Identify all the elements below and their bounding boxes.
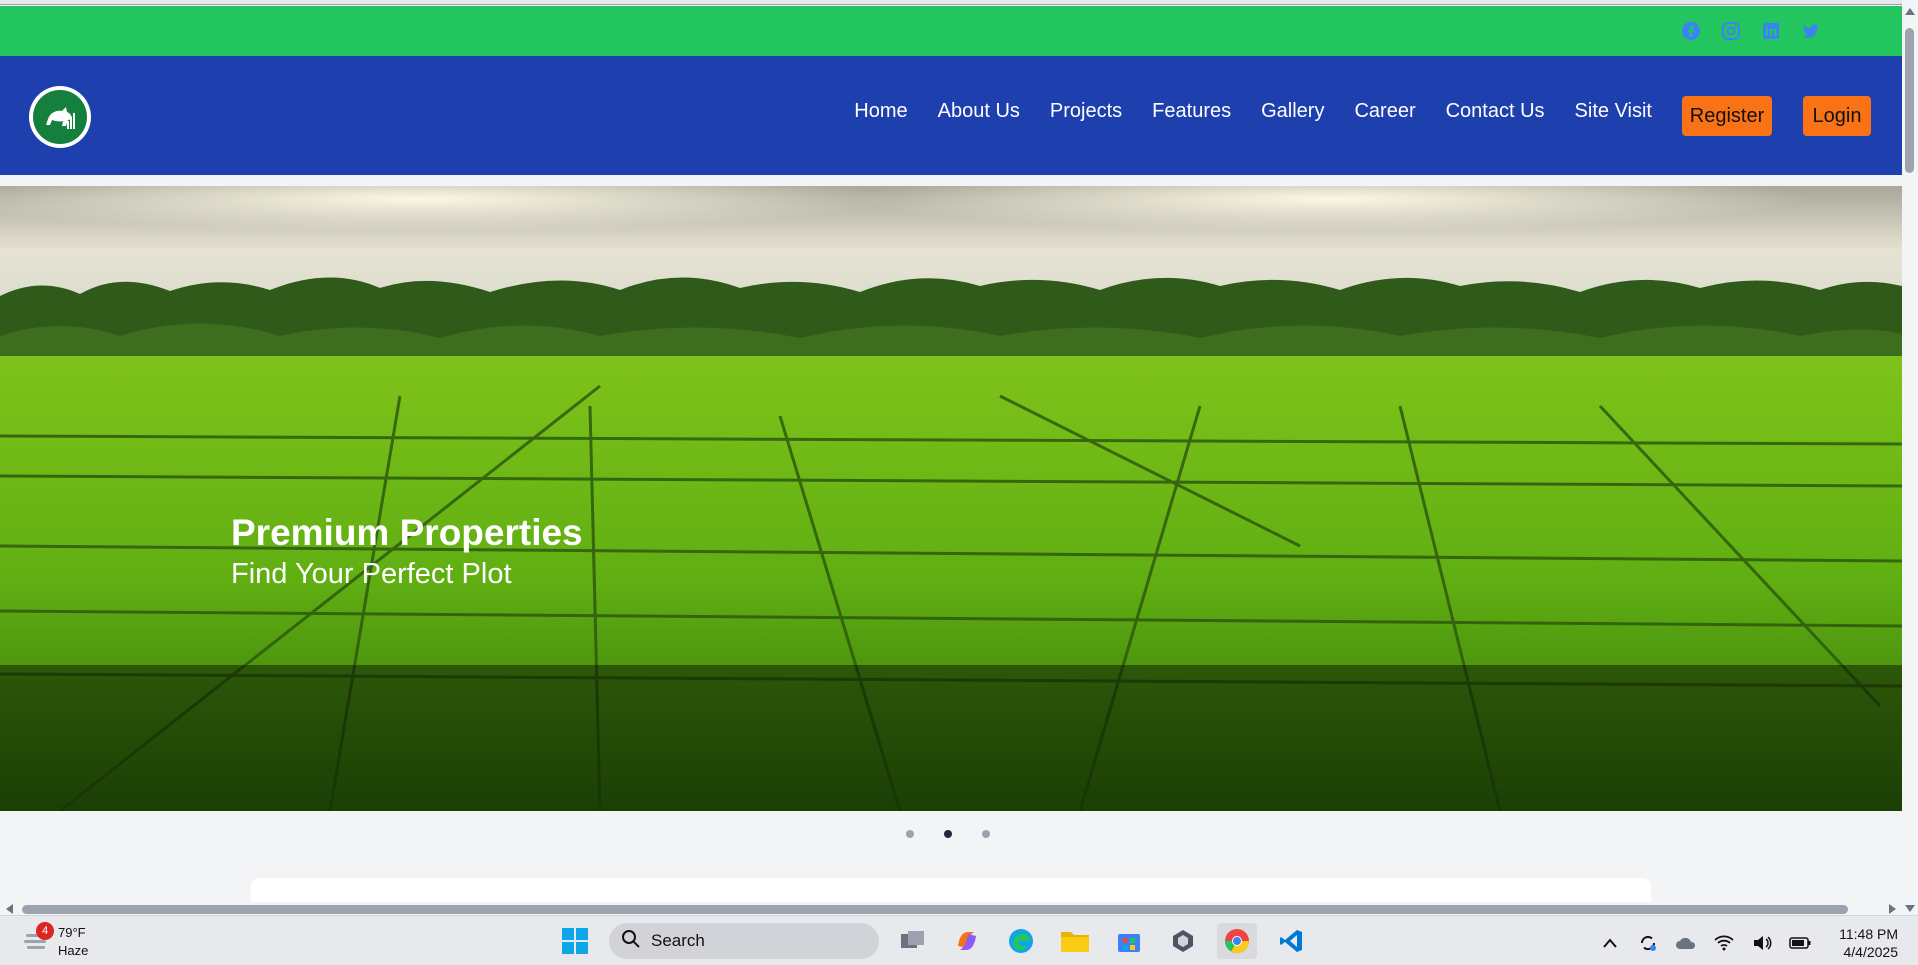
volume-icon[interactable] bbox=[1751, 932, 1773, 954]
clock-time: 11:48 PM bbox=[1839, 926, 1898, 942]
onedrive-cloud-icon[interactable] bbox=[1675, 932, 1697, 954]
nav-features[interactable]: Features bbox=[1152, 100, 1231, 123]
system-tray: 11:48 PM 4/4/2025 bbox=[1599, 925, 1898, 961]
microsoft-store-icon[interactable] bbox=[1109, 923, 1149, 959]
vscode-icon[interactable] bbox=[1271, 923, 1311, 959]
nav-home[interactable]: Home bbox=[854, 100, 907, 123]
carousel-indicators bbox=[906, 830, 990, 838]
nav-contact-us[interactable]: Contact Us bbox=[1446, 100, 1545, 123]
edge-browser-icon[interactable] bbox=[1001, 923, 1041, 959]
social-bar bbox=[0, 6, 1902, 56]
carousel-dot-2[interactable] bbox=[944, 830, 952, 838]
login-button[interactable]: Login bbox=[1803, 96, 1871, 136]
twitter-icon[interactable] bbox=[1800, 20, 1822, 42]
weather-text: 79°F Haze bbox=[58, 924, 88, 960]
weather-desc: Haze bbox=[58, 943, 89, 958]
start-windows-icon[interactable] bbox=[555, 923, 595, 959]
hero-subtitle: Find Your Perfect Plot bbox=[231, 558, 512, 590]
nav-career[interactable]: Career bbox=[1354, 100, 1415, 123]
scroll-up-arrow-icon[interactable] bbox=[1905, 8, 1915, 15]
browser-viewport: Home About Us Projects Features Gallery … bbox=[0, 0, 1918, 915]
chrome-browser-icon[interactable] bbox=[1217, 923, 1257, 959]
windows-taskbar: 4 79°F Haze Search 11:48 PM 4/4/2025 bbox=[0, 915, 1918, 965]
hero-caption-overlay bbox=[0, 665, 1902, 811]
nav-projects[interactable]: Projects bbox=[1050, 100, 1122, 123]
weather-badge: 4 bbox=[36, 922, 54, 940]
carousel-dot-1[interactable] bbox=[906, 830, 914, 838]
search-label: Search bbox=[651, 931, 705, 950]
chevron-up-icon[interactable] bbox=[1599, 932, 1621, 954]
top-border bbox=[0, 0, 1902, 5]
sync-icon[interactable] bbox=[1637, 932, 1659, 954]
horizontal-scroll-thumb[interactable] bbox=[22, 905, 1848, 914]
carousel-dot-3[interactable] bbox=[982, 830, 990, 838]
vertical-scrollbar[interactable] bbox=[1902, 8, 1918, 912]
task-view-icon[interactable] bbox=[893, 923, 933, 959]
hero-carousel[interactable] bbox=[0, 186, 1902, 811]
file-explorer-icon[interactable] bbox=[1055, 923, 1095, 959]
battery-icon[interactable] bbox=[1789, 932, 1811, 954]
nav-site-visit[interactable]: Site Visit bbox=[1575, 100, 1652, 123]
weather-temp: 79°F bbox=[58, 925, 86, 940]
main-navbar: Home About Us Projects Features Gallery … bbox=[0, 56, 1902, 175]
company-logo[interactable] bbox=[29, 86, 91, 148]
vertical-scroll-thumb[interactable] bbox=[1905, 28, 1914, 173]
social-icons bbox=[1680, 20, 1822, 42]
nav-gallery[interactable]: Gallery bbox=[1261, 100, 1324, 123]
search-icon bbox=[621, 929, 641, 954]
wifi-icon[interactable] bbox=[1713, 932, 1735, 954]
scroll-right-arrow-icon[interactable] bbox=[1889, 904, 1896, 914]
linkedin-icon[interactable] bbox=[1760, 20, 1782, 42]
taskbar-search[interactable]: Search bbox=[609, 923, 879, 959]
logo-emblem bbox=[33, 90, 87, 144]
register-button[interactable]: Register bbox=[1682, 96, 1772, 136]
app-icon-hexagon[interactable] bbox=[1163, 923, 1203, 959]
instagram-icon[interactable] bbox=[1720, 20, 1742, 42]
horizontal-scrollbar[interactable] bbox=[0, 902, 1902, 915]
scroll-left-arrow-icon[interactable] bbox=[6, 904, 13, 914]
facebook-icon[interactable] bbox=[1680, 20, 1702, 42]
taskbar-apps: Search bbox=[555, 923, 1311, 959]
weather-widget[interactable]: 4 79°F Haze bbox=[22, 922, 88, 960]
copilot-icon[interactable] bbox=[947, 923, 987, 959]
nav-about-us[interactable]: About Us bbox=[938, 100, 1020, 123]
nav-links: Home About Us Projects Features Gallery … bbox=[854, 100, 1652, 123]
clock-date: 4/4/2025 bbox=[1843, 944, 1899, 960]
scroll-down-arrow-icon[interactable] bbox=[1905, 905, 1915, 912]
hero-title: Premium Properties bbox=[231, 512, 583, 553]
system-clock[interactable]: 11:48 PM 4/4/2025 bbox=[1839, 925, 1898, 961]
